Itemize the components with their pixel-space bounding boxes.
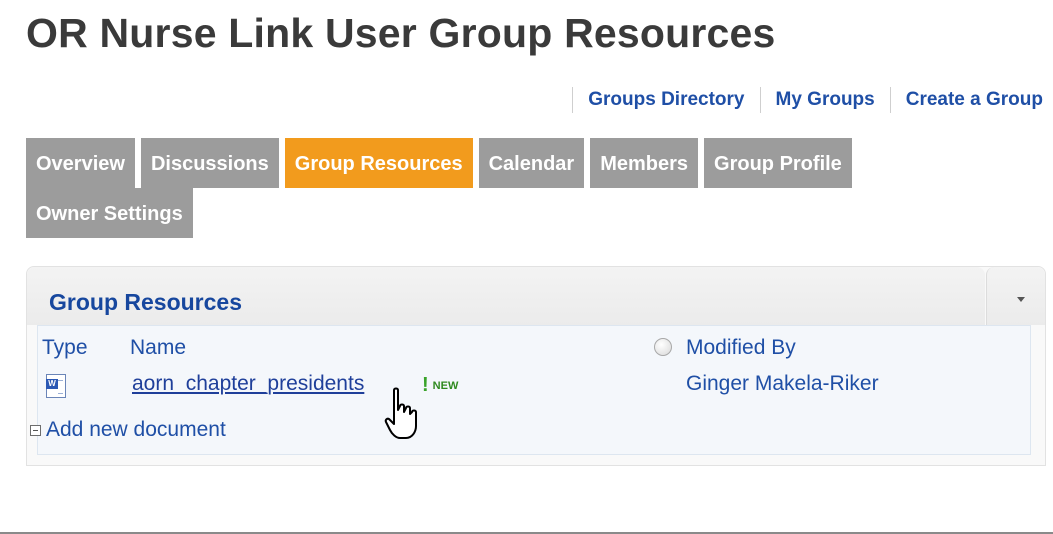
exclamation-icon: ! bbox=[422, 374, 429, 396]
column-header-name[interactable]: Name bbox=[130, 336, 186, 360]
tab-group-resources[interactable]: Group Resources bbox=[284, 138, 473, 188]
new-badge-label: NEW bbox=[432, 379, 459, 392]
hand-cursor-icon bbox=[384, 387, 417, 439]
tab-owner-settings[interactable]: Owner Settings bbox=[26, 188, 193, 238]
panel-title: Group Resources bbox=[49, 289, 242, 315]
column-header-type[interactable]: Type bbox=[42, 336, 88, 360]
top-links-bar: Groups Directory My Groups Create a Grou… bbox=[557, 86, 1043, 114]
column-header-modified-by[interactable]: Modified By bbox=[686, 336, 796, 360]
tab-group-profile[interactable]: Group Profile bbox=[704, 138, 852, 188]
resources-table: Type Name Modified By W aorn_chapter_pre… bbox=[30, 325, 1031, 455]
modified-by-value: Ginger Makela-Riker bbox=[686, 372, 879, 395]
create-group-link[interactable]: Create a Group bbox=[906, 89, 1043, 111]
separator bbox=[889, 87, 891, 113]
tab-discussions[interactable]: Discussions bbox=[140, 138, 279, 188]
group-resources-panel: Group Resources Type Name Modified By W … bbox=[26, 266, 1046, 466]
separator bbox=[759, 87, 761, 113]
document-link[interactable]: aorn_chapter_presidents bbox=[132, 372, 364, 396]
tab-calendar[interactable]: Calendar bbox=[478, 138, 585, 188]
chevron-down-icon bbox=[1017, 297, 1025, 302]
tab-overview[interactable]: Overview bbox=[26, 138, 135, 188]
separator bbox=[572, 87, 574, 113]
my-groups-link[interactable]: My Groups bbox=[776, 89, 875, 111]
tab-members[interactable]: Members bbox=[590, 138, 699, 188]
sort-radio-icon[interactable] bbox=[654, 338, 672, 356]
word-document-icon: W bbox=[46, 374, 66, 398]
panel-menu-button[interactable] bbox=[986, 267, 1045, 325]
add-new-document-label: Add new document bbox=[46, 418, 226, 441]
page-title: OR Nurse Link User Group Resources bbox=[26, 10, 776, 56]
collapse-box-icon bbox=[30, 424, 41, 436]
add-new-document-button[interactable]: Add new document bbox=[30, 418, 226, 442]
groups-directory-link[interactable]: Groups Directory bbox=[588, 89, 744, 111]
new-badge: ! NEW bbox=[422, 374, 458, 397]
group-tabs: Overview Discussions Group Resources Cal… bbox=[26, 138, 986, 238]
